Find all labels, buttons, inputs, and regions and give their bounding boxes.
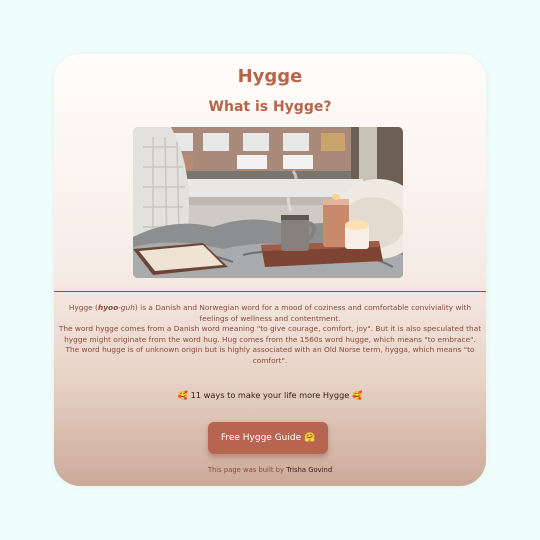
description-line1: is a Danish and Norwegian word for a moo… [140, 303, 472, 323]
main-card: Hygge What is Hygge? Hygge (hyoo-guh) is… [54, 54, 486, 486]
ways-heading: 🥰 11 ways to make your life more Hygge 🥰 [54, 390, 486, 401]
smiling-face-right-icon: 🥰 [351, 390, 363, 400]
smiling-face-left-icon: 🥰 [177, 390, 189, 400]
pronunciation-rest: -guh [118, 303, 135, 312]
hygge-photo [133, 127, 403, 278]
ways-text: 11 ways to make your life more Hygge [190, 390, 350, 400]
divider [54, 291, 486, 292]
hygge-description: Hygge (hyoo-guh) is a Danish and Norwegi… [58, 303, 482, 365]
word-hygge: Hygge [68, 303, 93, 312]
footer: This page was built by Trisha Govind [54, 466, 486, 474]
footer-author: Trisha Govind [286, 466, 333, 474]
free-hygge-guide-button[interactable]: Free Hygge Guide 🤗 [208, 422, 328, 454]
pronunciation-bold: hyoo [97, 303, 119, 312]
page-title: Hygge [237, 66, 303, 87]
description-paragraph2: The word hygge comes from a Danish word … [58, 324, 482, 365]
page-subtitle: What is Hygge? [208, 99, 332, 115]
footer-prefix: This page was built by [207, 466, 285, 474]
